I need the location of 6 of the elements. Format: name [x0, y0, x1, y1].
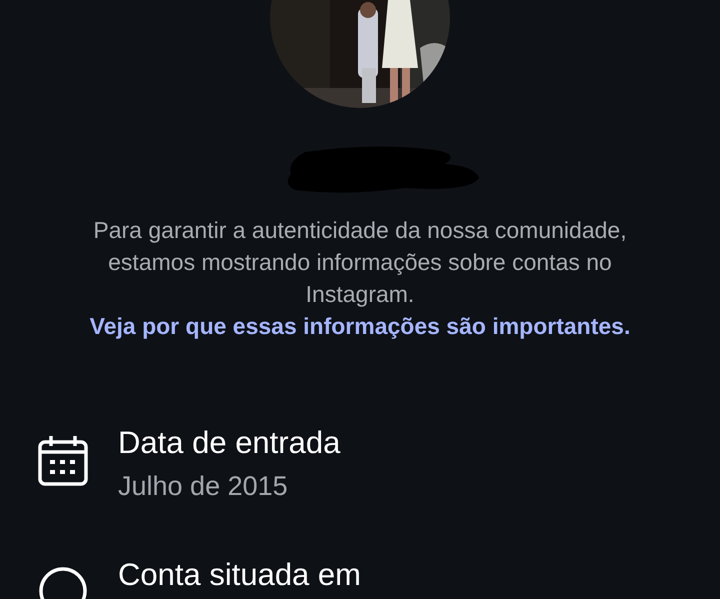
- info-paragraph: Para garantir a autenticidade da nossa comunidade, estamos mostrando informações sobre contas no Instagram. Veja por que essas informações são importantes.: [88, 216, 632, 341]
- detail-title: Conta situada em: [118, 556, 361, 594]
- info-link[interactable]: Veja por que essas informações são importantes.: [90, 313, 630, 339]
- detail-title: Data de entrada: [118, 424, 340, 462]
- calendar-icon: [38, 434, 88, 486]
- detail-value: Julho de 2015: [118, 470, 289, 503]
